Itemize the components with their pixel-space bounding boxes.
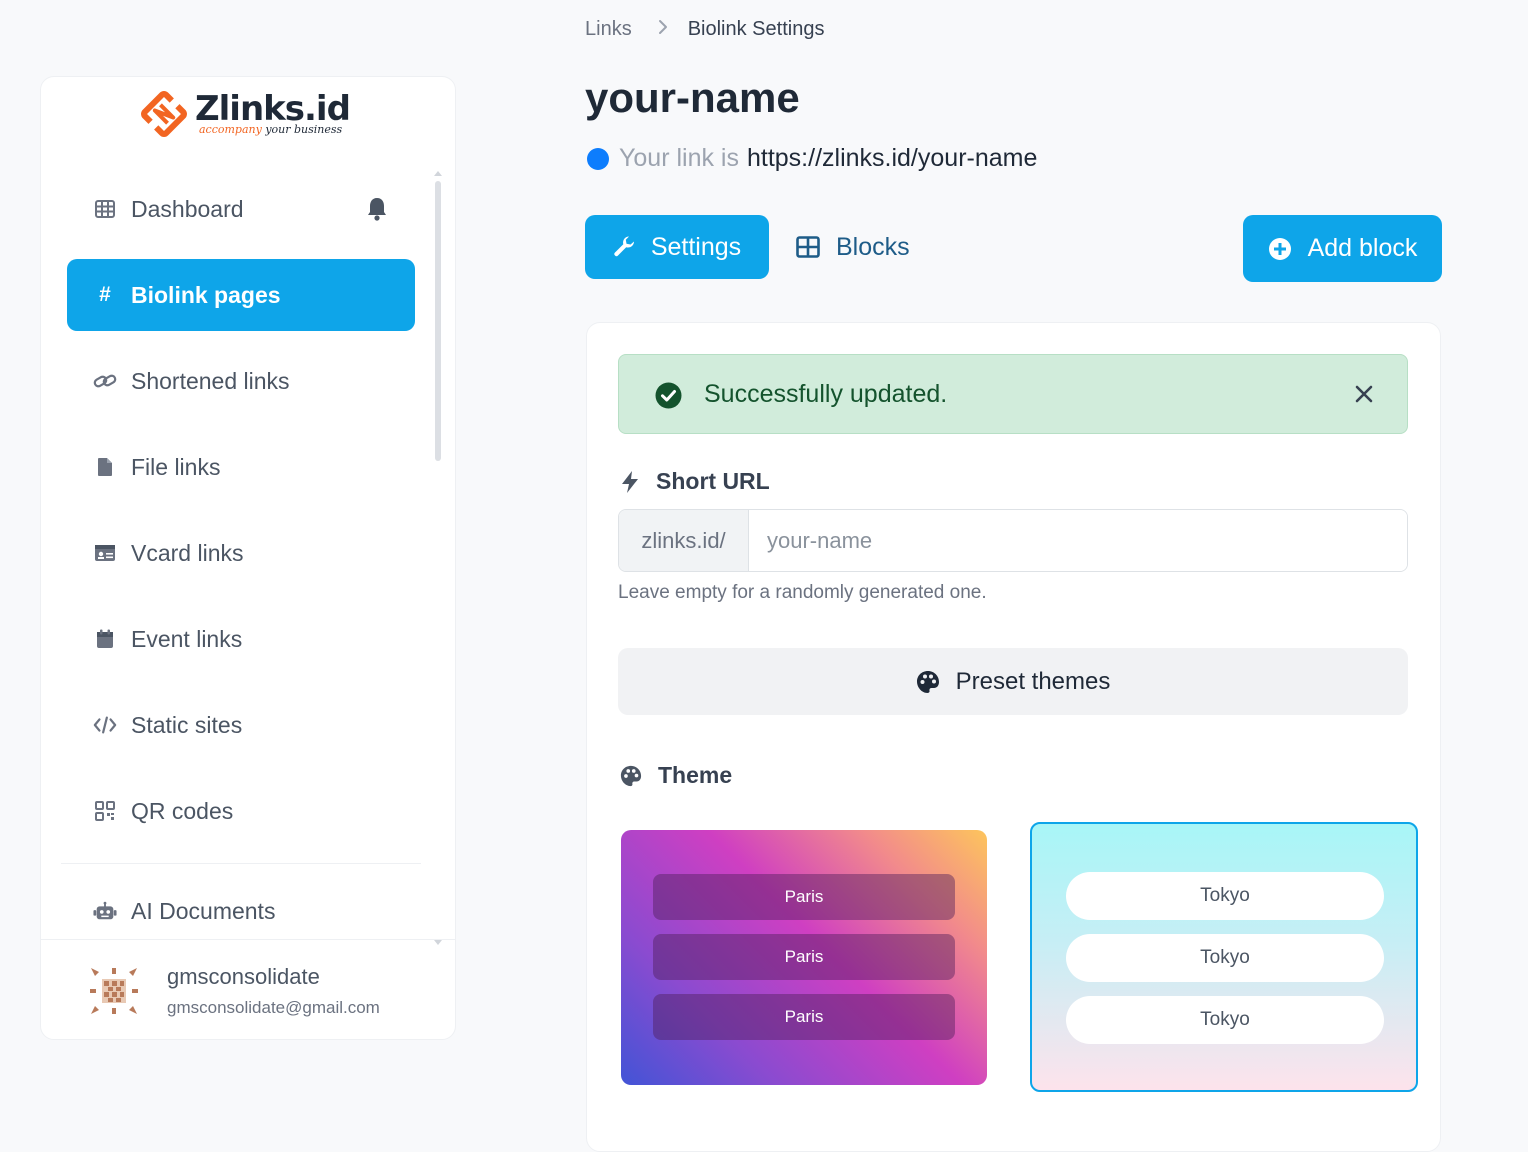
theme-option-tokyo[interactable]: Tokyo Tokyo Tokyo — [1030, 822, 1418, 1092]
palette-icon — [916, 670, 939, 693]
tab-settings-label: Settings — [650, 232, 742, 261]
short-url-label-text: Short URL — [656, 468, 770, 494]
wrench-icon — [614, 236, 634, 257]
id-card-icon — [93, 541, 117, 565]
bell-icon[interactable] — [367, 197, 387, 227]
sidebar-item-dashboard[interactable]: Dashboard — [67, 173, 415, 245]
breadcrumb-links[interactable]: Links — [585, 18, 632, 41]
biolink-url[interactable]: https://zlinks.id/your-name — [747, 144, 1037, 173]
sidebar-scrollbar[interactable] — [434, 171, 442, 945]
sidebar-item-label: File links — [131, 453, 221, 480]
tab-settings[interactable]: Settings — [585, 215, 769, 279]
sidebar-item-label: AI Documents — [131, 897, 276, 924]
short-url-prefix: zlinks.id/ — [619, 510, 749, 571]
table-icon — [93, 197, 117, 221]
sidebar-item-ai-documents[interactable]: AI Documents — [67, 875, 415, 947]
sidebar-item-event-links[interactable]: Event links — [67, 603, 415, 675]
avatar — [90, 968, 138, 1014]
tagline-part2: your business — [265, 123, 343, 136]
grid-icon — [796, 236, 820, 258]
user-email: gmsconsolidate@gmail.com — [167, 998, 380, 1017]
close-icon[interactable] — [1355, 385, 1373, 403]
theme-preview-button: Paris — [653, 874, 955, 920]
short-url-input[interactable] — [749, 510, 1407, 571]
theme-preview-button: Tokyo — [1066, 934, 1384, 982]
zlinks-logo-icon — [141, 91, 187, 137]
calendar-icon — [93, 627, 117, 651]
preset-themes-button[interactable]: Preset themes — [618, 648, 1408, 715]
scroll-thumb[interactable] — [435, 181, 441, 461]
status-dot — [587, 147, 609, 170]
palette-icon — [620, 765, 642, 786]
chevron-right-icon — [658, 19, 668, 40]
robot-icon — [93, 899, 117, 923]
theme-preview-button: Tokyo — [1066, 872, 1384, 920]
sidebar-item-static-sites[interactable]: Static sites — [67, 689, 415, 761]
sidebar-item-qr-codes[interactable]: QR codes — [67, 775, 415, 847]
theme-preview-button: Paris — [653, 994, 955, 1040]
brand-logo[interactable]: Zlinks.id accompany your business — [141, 89, 351, 139]
theme-label-text: Theme — [658, 762, 733, 788]
link-label: Your link is — [619, 144, 739, 172]
code-icon — [93, 713, 117, 737]
sidebar-item-label: Static sites — [131, 711, 243, 738]
preset-themes-label: Preset themes — [955, 667, 1111, 695]
sidebar-item-file-links[interactable]: File links — [67, 431, 415, 503]
sidebar-item-label: QR codes — [131, 797, 234, 824]
sidebar-item-shortened-links[interactable]: Shortened links — [67, 345, 415, 417]
user-name: gmsconsolidate — [167, 964, 320, 989]
breadcrumb: Links Biolink Settings — [585, 18, 824, 41]
short-url-help: Leave empty for a randomly generated one… — [618, 582, 987, 603]
theme-preview-button: Paris — [653, 934, 955, 980]
tagline-part1: accompany — [199, 123, 262, 136]
sidebar-item-label: Event links — [131, 625, 243, 652]
sidebar-item-vcard-links[interactable]: Vcard links — [67, 517, 415, 589]
page-title: your-name — [585, 74, 800, 121]
sidebar-item-label: Dashboard — [131, 195, 244, 222]
theme-option-paris[interactable]: Paris Paris Paris — [621, 830, 987, 1085]
tab-blocks[interactable]: Blocks — [796, 215, 910, 279]
sidebar-item-biolink-pages[interactable]: # Biolink pages — [67, 259, 415, 331]
qrcode-icon — [93, 799, 117, 823]
sidebar: Zlinks.id accompany your business Dashbo… — [40, 76, 456, 1040]
short-url-label: Short URL — [620, 468, 770, 495]
breadcrumb-current: Biolink Settings — [687, 18, 825, 40]
add-block-label: Add block — [1307, 234, 1418, 262]
sidebar-item-label: Shortened links — [131, 367, 290, 394]
theme-preview-button: Tokyo — [1066, 996, 1384, 1044]
add-block-button[interactable]: Add block — [1243, 215, 1442, 282]
brand-tagline: accompany your business — [195, 123, 350, 136]
theme-label: Theme — [620, 762, 732, 789]
sidebar-item-label: Vcard links — [131, 539, 244, 566]
file-icon — [93, 455, 117, 479]
sidebar-item-label: Biolink pages — [131, 281, 281, 308]
success-alert: Successfully updated. — [618, 354, 1408, 434]
user-account[interactable]: gmsconsolidate gmsconsolidate@gmail.com — [41, 939, 455, 1039]
biolink-url-line: Your link is https://zlinks.id/your-name — [587, 144, 1037, 173]
bolt-icon — [622, 470, 638, 493]
hashtag-icon: # — [99, 283, 111, 306]
short-url-input-group: zlinks.id/ — [618, 509, 1408, 572]
check-circle-icon — [655, 382, 682, 409]
scroll-up-arrow-icon[interactable] — [434, 171, 442, 176]
link-icon — [93, 369, 117, 393]
plus-circle-icon — [1268, 237, 1291, 260]
nav-divider — [61, 863, 421, 864]
alert-message: Successfully updated. — [704, 380, 948, 408]
tab-blocks-label: Blocks — [836, 232, 910, 261]
